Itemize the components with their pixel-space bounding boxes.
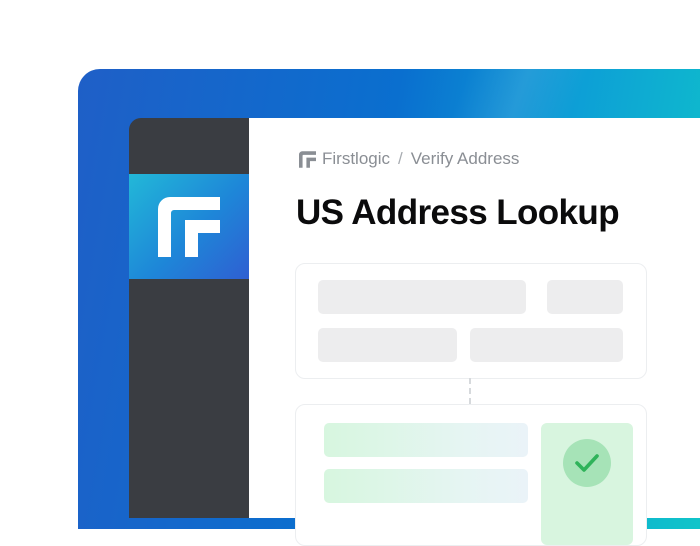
state-zip-field[interactable] <box>470 328 623 362</box>
verified-badge <box>563 439 611 487</box>
firstlogic-f-logo-icon <box>158 196 220 257</box>
breadcrumb-brand-link[interactable]: Firstlogic <box>322 149 390 169</box>
sidebar-logo-tile[interactable] <box>129 174 249 279</box>
check-icon <box>575 454 599 472</box>
main-content: Firstlogic / Verify Address US Address L… <box>249 118 700 546</box>
breadcrumb: Firstlogic / Verify Address <box>299 149 519 169</box>
breadcrumb-current-page: Verify Address <box>410 149 520 168</box>
unit-field[interactable] <box>547 280 623 314</box>
sidebar <box>129 118 249 518</box>
verified-status-panel <box>541 423 633 545</box>
address-line-field[interactable] <box>318 280 526 314</box>
result-line <box>324 469 528 503</box>
breadcrumb-separator: / <box>398 149 403 168</box>
page-title: US Address Lookup <box>296 193 620 232</box>
firstlogic-f-logo-icon <box>299 150 316 168</box>
result-line <box>324 423 528 457</box>
verified-result-card <box>295 404 647 546</box>
address-form-card <box>295 263 647 379</box>
flow-connector <box>469 378 471 404</box>
city-field[interactable] <box>318 328 457 362</box>
